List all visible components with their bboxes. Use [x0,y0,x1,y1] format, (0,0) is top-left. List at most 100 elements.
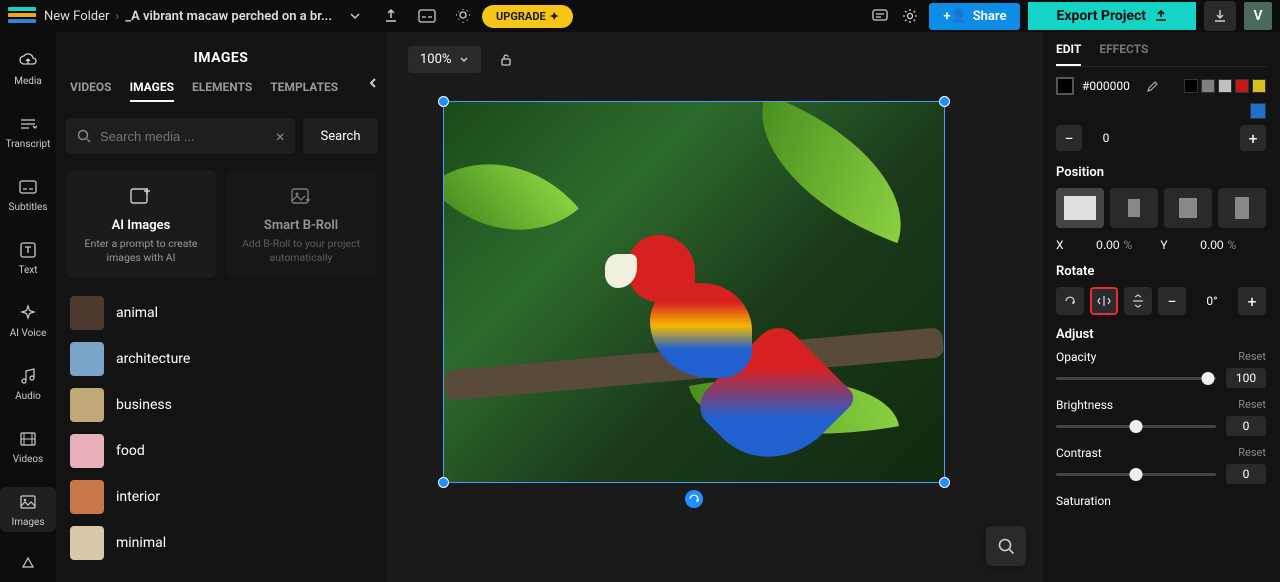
image-icon [17,491,39,513]
resize-handle-bl[interactable] [438,477,449,488]
color-swatch[interactable] [1201,79,1215,93]
position-label: Position [1056,165,1266,180]
avatar[interactable]: V [1244,2,1272,30]
zoom-dropdown[interactable]: 100% [408,46,481,73]
zoom-fab[interactable] [986,526,1026,566]
canvas-area[interactable]: 100% [386,32,1042,582]
category-minimal[interactable]: minimal [66,520,376,566]
color-hex-value: #000000 [1082,79,1130,93]
rotate-cw-button[interactable] [1056,287,1084,315]
search-button[interactable]: Search [303,118,379,154]
nav-transcript[interactable]: Transcript [0,109,56,154]
tab-videos[interactable]: VIDEOS [70,80,112,102]
color-swatch[interactable] [1218,79,1232,93]
tab-templates[interactable]: TEMPLATES [270,80,338,102]
transcript-icon [17,113,39,135]
stroke-increase-button[interactable]: + [1240,125,1266,151]
category-food[interactable]: food [66,428,376,474]
breadcrumb-folder[interactable]: New Folder [44,9,109,24]
nav-audio[interactable]: Audio [0,361,56,406]
category-thumb [70,296,104,330]
tab-elements[interactable]: ELEMENTS [192,80,252,102]
brightness-reset[interactable]: Reset [1238,398,1266,412]
color-swatch-extra[interactable] [1250,103,1266,119]
media-panel: IMAGES VIDEOS IMAGES ELEMENTS TEMPLATES … [56,32,386,582]
saturation-slider-row: Saturation [1056,494,1266,508]
category-animal[interactable]: animal [66,290,376,336]
selected-image[interactable] [444,102,944,482]
rotate-increase-button[interactable]: + [1238,287,1266,315]
resize-handle-tl[interactable] [438,96,449,107]
subtitles-icon [17,176,39,198]
flip-vertical-button[interactable] [1124,287,1152,315]
nav-more[interactable] [0,550,56,580]
category-interior[interactable]: interior [66,474,376,520]
color-swatch[interactable] [1252,79,1266,93]
breadcrumb-file[interactable]: _A vibrant macaw perched on a br... [125,9,332,24]
flip-horizontal-button[interactable] [1090,287,1118,315]
cloud-upload-icon [17,50,39,72]
color-swatch[interactable] [1184,79,1198,93]
unlock-icon[interactable] [495,49,517,71]
resize-handle-br[interactable] [939,477,950,488]
contrast-reset[interactable]: Reset [1238,446,1266,460]
upload-icon[interactable] [380,5,402,27]
opacity-slider[interactable] [1056,377,1216,380]
color-swatch[interactable] [1235,79,1249,93]
search-field[interactable]: × [66,118,295,154]
clear-search-icon[interactable]: × [276,127,285,146]
export-button[interactable]: Export Project [1028,2,1196,30]
tab-effects[interactable]: EFFECTS [1099,42,1148,66]
position-left[interactable] [1110,188,1158,228]
chevron-down-icon[interactable] [344,5,366,27]
position-fill[interactable] [1056,188,1104,228]
eyedropper-icon[interactable] [1144,79,1158,93]
tab-edit[interactable]: EDIT [1056,42,1081,66]
tab-images[interactable]: IMAGES [130,80,174,102]
sparkle-icon: ✦ [550,10,559,23]
sparkle-icon [17,302,39,324]
position-center[interactable] [1164,188,1212,228]
card-smart-broll[interactable]: Smart B-Roll Add B-Roll to your project … [226,170,376,278]
opacity-value: 100 [1226,368,1266,388]
rotate-handle[interactable] [685,490,703,508]
search-input[interactable] [100,129,276,144]
position-right[interactable] [1218,188,1266,228]
current-color-swatch[interactable] [1056,77,1074,95]
upgrade-button[interactable]: UPGRADE✦ [482,5,573,28]
brightness-slider[interactable] [1056,425,1216,428]
category-label: animal [116,305,158,321]
stroke-decrease-button[interactable]: − [1056,125,1082,151]
lightbulb-icon[interactable] [452,5,474,27]
category-business[interactable]: business [66,382,376,428]
top-bar: New Folder › _A vibrant macaw perched on… [0,0,1280,32]
captions-icon[interactable] [416,5,438,27]
download-button[interactable] [1204,1,1236,31]
category-label: business [116,397,172,413]
opacity-reset[interactable]: Reset [1238,350,1266,364]
comment-icon[interactable] [869,5,891,27]
category-label: minimal [116,535,166,551]
gear-icon[interactable] [899,5,921,27]
brightness-value: 0 [1226,416,1266,436]
share-button[interactable]: +👤Share [929,3,1020,30]
shapes-icon [17,554,39,576]
resize-handle-tr[interactable] [939,96,950,107]
collapse-panel-icon[interactable] [366,76,380,90]
sidebar-nav: Media Transcript Subtitles Text AI Voice… [0,32,56,582]
nav-aivoice[interactable]: AI Voice [0,298,56,343]
text-icon [17,239,39,261]
nav-media[interactable]: Media [0,46,56,91]
app-logo[interactable] [8,7,36,25]
card-ai-images[interactable]: AI Images Enter a prompt to create image… [66,170,216,278]
nav-videos[interactable]: Videos [0,424,56,469]
nav-images[interactable]: Images [0,487,56,532]
nav-subtitles[interactable]: Subtitles [0,172,56,217]
category-architecture[interactable]: architecture [66,336,376,382]
nav-text[interactable]: Text [0,235,56,280]
contrast-slider[interactable] [1056,473,1216,476]
rotate-decrease-button[interactable]: − [1158,287,1186,315]
x-input[interactable] [1068,238,1120,252]
y-input[interactable] [1172,238,1224,252]
category-label: food [116,443,145,459]
